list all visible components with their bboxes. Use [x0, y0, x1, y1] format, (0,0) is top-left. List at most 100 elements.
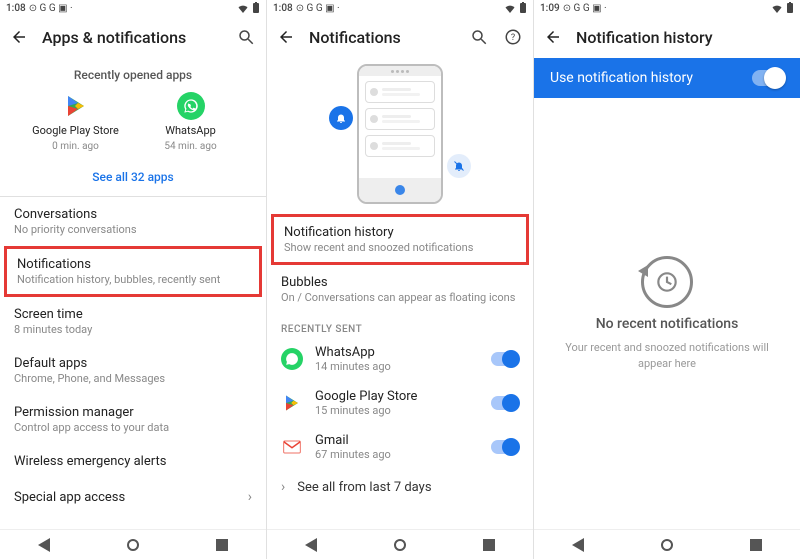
- empty-sub: Your recent and snoozed notifications wi…: [564, 340, 770, 371]
- see-all-from-7-days[interactable]: › See all from last 7 days: [267, 469, 533, 505]
- nav-home-icon[interactable]: [392, 537, 408, 553]
- play-store-icon: [281, 392, 303, 414]
- status-clock: 1:08: [6, 3, 26, 14]
- notif-sub: 14 minutes ago: [315, 360, 479, 373]
- status-bar: 1:08 ⊙ G G ▣ ·: [0, 0, 266, 16]
- gmail-icon: [281, 436, 303, 458]
- notif-title: WhatsApp: [315, 345, 479, 360]
- setting-sub: No priority conversations: [14, 223, 252, 236]
- recent-app-name: WhatsApp: [165, 124, 216, 137]
- notif-sub: 15 minutes ago: [315, 404, 479, 417]
- setting-notification-history[interactable]: Notification history Show recent and sno…: [271, 214, 529, 265]
- status-icons: ⊙ G G ▣ ·: [296, 3, 340, 14]
- setting-sub: 8 minutes today: [14, 323, 252, 336]
- notifications-illustration: [267, 58, 533, 214]
- nav-back-icon[interactable]: [570, 537, 586, 553]
- recent-notif-play-store[interactable]: Google Play Store 15 minutes ago: [267, 381, 533, 425]
- nav-recents-icon[interactable]: [481, 537, 497, 553]
- setting-sub: Notification history, bubbles, recently …: [17, 273, 249, 286]
- chevron-right-icon: ›: [281, 479, 285, 495]
- status-bar: 1:08 ⊙ G G ▣ ·: [267, 0, 533, 16]
- wifi-icon: [771, 3, 783, 13]
- nav-recents-icon[interactable]: [748, 537, 764, 553]
- phone-illustration: [357, 64, 443, 204]
- setting-title: Notifications: [17, 257, 249, 272]
- nav-recents-icon[interactable]: [214, 537, 230, 553]
- setting-sub: Chrome, Phone, and Messages: [14, 372, 252, 385]
- screen-notifications: 1:08 ⊙ G G ▣ · Notifications ?: [267, 0, 534, 559]
- app-bar: Apps & notifications: [0, 16, 266, 58]
- setting-default-apps[interactable]: Default apps Chrome, Phone, and Messages: [0, 346, 266, 395]
- empty-title: No recent notifications: [596, 316, 739, 332]
- back-icon[interactable]: [10, 28, 28, 46]
- setting-permission-manager[interactable]: Permission manager Control app access to…: [0, 395, 266, 444]
- nav-bar: [0, 529, 266, 559]
- notif-toggle[interactable]: [491, 396, 519, 410]
- setting-title: Conversations: [14, 207, 252, 222]
- notif-title: Gmail: [315, 433, 479, 448]
- page-title: Apps & notifications: [42, 28, 222, 47]
- nav-back-icon[interactable]: [36, 537, 52, 553]
- screen-notification-history: 1:09 ⊙ G G ▣ · Notification history Use …: [534, 0, 800, 559]
- setting-title: Screen time: [14, 307, 252, 322]
- recent-notif-gmail[interactable]: Gmail 67 minutes ago: [267, 425, 533, 469]
- app-bar: Notification history: [534, 16, 800, 58]
- notif-toggle[interactable]: [491, 440, 519, 454]
- notif-title: Google Play Store: [315, 389, 479, 404]
- app-bar: Notifications ?: [267, 16, 533, 58]
- nav-home-icon[interactable]: [659, 537, 675, 553]
- page-title: Notifications: [309, 28, 455, 47]
- recent-app-whatsapp[interactable]: WhatsApp 54 min. ago: [143, 92, 239, 152]
- recent-notif-whatsapp[interactable]: WhatsApp 14 minutes ago: [267, 337, 533, 381]
- nav-home-icon[interactable]: [125, 537, 141, 553]
- setting-bubbles[interactable]: Bubbles On / Conversations can appear as…: [267, 265, 533, 314]
- bell-off-icon: [447, 154, 471, 178]
- banner-label: Use notification history: [550, 70, 693, 86]
- nav-back-icon[interactable]: [303, 537, 319, 553]
- help-icon[interactable]: ?: [503, 27, 523, 47]
- setting-screen-time[interactable]: Screen time 8 minutes today: [0, 297, 266, 346]
- chevron-right-icon: ›: [248, 489, 252, 505]
- notif-sub: 67 minutes ago: [315, 448, 479, 461]
- setting-special-app-access[interactable]: Special app access ›: [0, 479, 266, 515]
- recently-opened-label: Recently opened apps: [0, 58, 266, 88]
- search-icon[interactable]: [469, 27, 489, 47]
- recently-sent-label: RECENTLY SENT: [267, 314, 533, 337]
- history-toggle[interactable]: [752, 70, 784, 86]
- status-icons: ⊙ G G ▣ ·: [29, 3, 73, 14]
- battery-icon: [519, 2, 527, 14]
- use-history-banner[interactable]: Use notification history: [534, 58, 800, 98]
- svg-text:?: ?: [511, 33, 515, 43]
- recent-app-play-store[interactable]: Google Play Store 0 min. ago: [28, 92, 124, 152]
- recent-app-sub: 54 min. ago: [164, 141, 216, 152]
- see-all-apps-link[interactable]: See all 32 apps: [0, 160, 266, 196]
- recent-app-name: Google Play Store: [32, 124, 119, 137]
- setting-conversations[interactable]: Conversations No priority conversations: [0, 197, 266, 246]
- back-icon[interactable]: [277, 28, 295, 46]
- setting-notifications[interactable]: Notifications Notification history, bubb…: [4, 246, 262, 297]
- history-icon: [641, 256, 693, 308]
- setting-title: Special app access: [14, 490, 125, 505]
- status-clock: 1:09: [540, 3, 560, 14]
- page-title: Notification history: [576, 28, 790, 47]
- whatsapp-icon: [177, 92, 205, 120]
- notif-toggle[interactable]: [491, 352, 519, 366]
- setting-wireless-emergency[interactable]: Wireless emergency alerts: [0, 444, 266, 479]
- status-clock: 1:08: [273, 3, 293, 14]
- whatsapp-icon: [281, 348, 303, 370]
- setting-title: Default apps: [14, 356, 252, 371]
- empty-state: No recent notifications Your recent and …: [534, 98, 800, 529]
- battery-icon: [786, 2, 794, 14]
- recent-app-sub: 0 min. ago: [52, 141, 99, 152]
- setting-sub: On / Conversations can appear as floatin…: [281, 291, 519, 304]
- see-all-label: See all from last 7 days: [297, 480, 431, 495]
- setting-sub: Control app access to your data: [14, 421, 252, 434]
- battery-icon: [252, 2, 260, 14]
- status-icons: ⊙ G G ▣ ·: [563, 3, 607, 14]
- screen-apps-and-notifications: 1:08 ⊙ G G ▣ · Apps & notifications Rece…: [0, 0, 267, 559]
- setting-title: Bubbles: [281, 275, 519, 290]
- nav-bar: [267, 529, 533, 559]
- search-icon[interactable]: [236, 27, 256, 47]
- nav-bar: [534, 529, 800, 559]
- back-icon[interactable]: [544, 28, 562, 46]
